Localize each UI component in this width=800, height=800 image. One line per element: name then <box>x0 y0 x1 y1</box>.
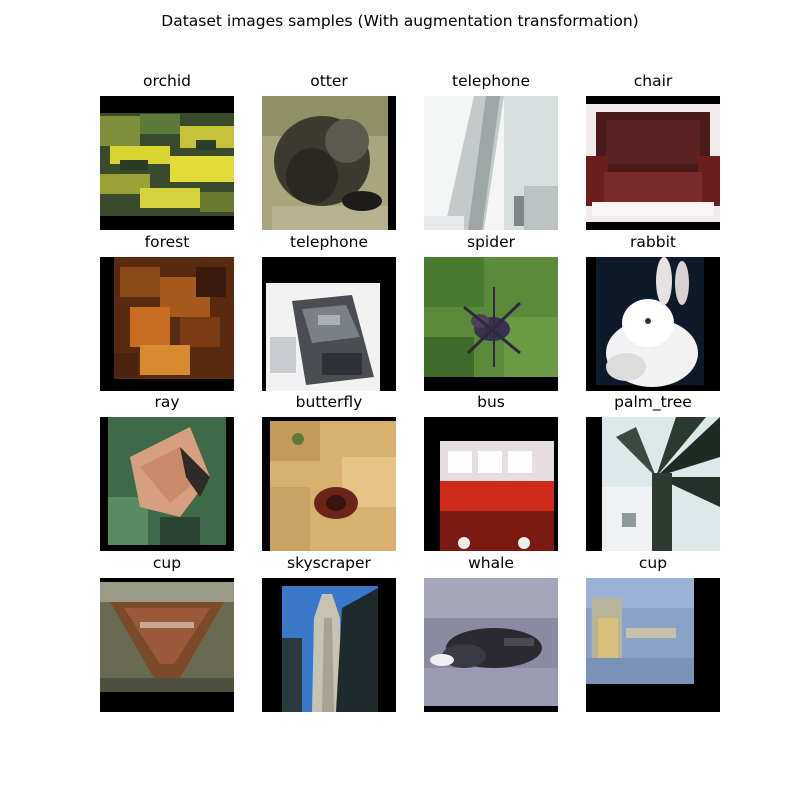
sample-label: bus <box>477 393 505 411</box>
sample-image-orchid <box>100 96 234 230</box>
sample-image-spider <box>424 257 558 391</box>
sample-image-cup-2 <box>586 578 720 712</box>
sample-image-chair <box>586 96 720 230</box>
sample-image-otter <box>262 96 396 230</box>
sample-label: whale <box>468 554 514 572</box>
sample-image-skyscraper <box>262 578 396 712</box>
sample-image-palm-tree <box>586 417 720 551</box>
sample-label: orchid <box>142 72 191 90</box>
sample-label: chair <box>633 72 673 90</box>
sample-image-butterfly <box>262 417 396 551</box>
sample-image-whale <box>424 578 558 712</box>
sample-label: otter <box>310 72 348 90</box>
sample-image-ray <box>100 417 234 551</box>
sample-image-rabbit <box>586 257 720 391</box>
sample-label: rabbit <box>630 233 676 251</box>
sample-image-cup <box>100 578 234 712</box>
sample-image-telephone <box>424 96 558 230</box>
sample-image-bus <box>424 417 558 551</box>
sample-label: spider <box>467 233 515 251</box>
sample-image-forest <box>100 257 234 391</box>
sample-label: cup <box>638 554 668 572</box>
sample-label: telephone <box>290 233 368 251</box>
sample-label: palm_tree <box>614 393 692 411</box>
sample-label: butterfly <box>295 393 363 411</box>
sample-label: ray <box>154 393 180 411</box>
sample-label: skyscraper <box>287 554 371 572</box>
figure-title: Dataset images samples (With augmentatio… <box>161 12 639 30</box>
sample-label: cup <box>152 554 182 572</box>
sample-label: forest <box>144 233 190 251</box>
sample-image-telephone-2 <box>262 257 396 391</box>
sample-label: telephone <box>452 72 530 90</box>
